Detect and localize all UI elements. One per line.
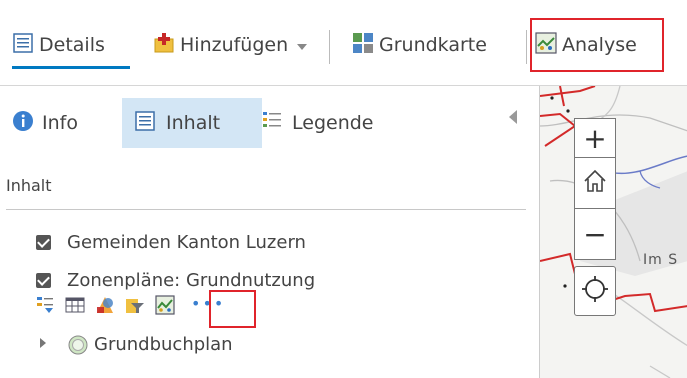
zoom-out-button[interactable]: − [574, 208, 616, 260]
tab-info[interactable]: Info [12, 98, 78, 148]
basemap-grid-icon [352, 32, 374, 59]
home-button[interactable] [574, 157, 616, 209]
basemap-button[interactable]: Grundkarte [352, 30, 487, 60]
basemap-globe-icon [68, 335, 88, 355]
show-table-icon[interactable] [35, 295, 55, 315]
layer-label: Gemeinden Kanton Luzern [67, 232, 306, 253]
locate-button[interactable] [574, 266, 616, 316]
section-title: Inhalt [6, 176, 52, 195]
chevron-down-icon [296, 34, 308, 56]
details-tab[interactable]: Details [12, 30, 105, 60]
info-icon [12, 110, 34, 137]
map-place-label: Im S [643, 252, 679, 268]
perform-analysis-icon[interactable] [155, 295, 175, 315]
zoom-in-label: + [583, 121, 607, 155]
content-list-icon [134, 110, 156, 137]
section-divider [6, 209, 526, 210]
zoom-out-label: − [583, 217, 607, 251]
locate-crosshair-icon [580, 274, 610, 308]
layer-item[interactable]: Zonenpläne: Grundnutzung [36, 270, 315, 291]
layer-checkbox[interactable] [36, 235, 51, 250]
details-tab-label: Details [39, 34, 105, 56]
layer-tools: ••• [35, 289, 225, 321]
legend-icon [262, 110, 282, 137]
zoom-in-button[interactable]: + [574, 118, 616, 158]
add-dropdown[interactable]: Hinzufügen [153, 30, 308, 60]
basemap-label: Grundkarte [379, 34, 487, 56]
layer-label: Grundbuchplan [94, 334, 233, 355]
active-tab-indicator [12, 66, 130, 69]
expand-arrow-icon[interactable] [40, 338, 46, 348]
layer-item[interactable]: Grundbuchplan [68, 334, 233, 355]
layer-label: Zonenpläne: Grundnutzung [67, 270, 316, 291]
collapse-panel-icon[interactable] [509, 110, 517, 124]
layer-item[interactable]: Gemeinden Kanton Luzern [36, 232, 306, 253]
add-icon [153, 32, 175, 59]
attribute-table-icon[interactable] [65, 295, 85, 315]
analysis-highlight-box [530, 18, 664, 72]
details-list-icon [12, 32, 34, 59]
tab-info-label: Info [42, 112, 78, 134]
change-style-icon[interactable] [95, 295, 115, 315]
filter-icon[interactable] [125, 295, 145, 315]
layer-checkbox[interactable] [36, 273, 51, 288]
tab-legend[interactable]: Legende [262, 98, 373, 148]
toolbar-divider [526, 30, 527, 64]
top-toolbar: Details Hinzufügen Grundkarte Analyse [0, 0, 687, 86]
home-icon [581, 167, 609, 199]
tab-content-label: Inhalt [166, 112, 221, 134]
add-label: Hinzufügen [180, 34, 289, 56]
tab-content[interactable]: Inhalt [122, 98, 262, 148]
tab-legend-label: Legende [292, 112, 374, 134]
analysis-tool-highlight-box [209, 290, 256, 328]
toolbar-divider [329, 30, 330, 64]
